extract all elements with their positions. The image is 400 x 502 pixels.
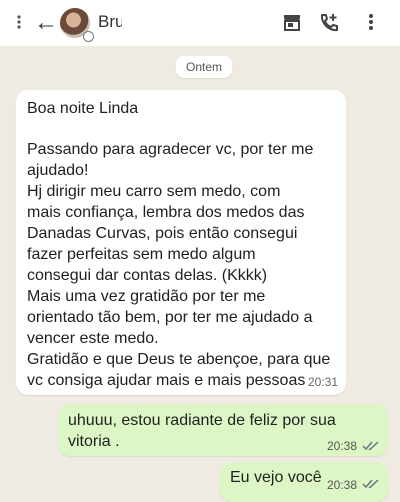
read-receipt-icon <box>362 479 379 489</box>
message-line: Mais uma vez gratidão por ter me <box>27 288 266 305</box>
message-timestamp: 20:38 <box>327 478 358 492</box>
message-timestamp: 20:38 <box>327 439 358 453</box>
avatar[interactable] <box>60 8 94 42</box>
read-receipt-icon <box>362 441 379 451</box>
message-timestamp: 20:31 <box>308 375 339 389</box>
message-line: Gratidão e que Deus te abençoe, para que <box>27 351 331 368</box>
message-line: Eu vejo você <box>230 469 322 486</box>
store-icon[interactable] <box>282 12 302 32</box>
more-vertical-icon[interactable] <box>14 14 24 30</box>
message-line: Boa noite Linda <box>27 100 139 117</box>
call-add-icon[interactable] <box>318 12 340 34</box>
message-line: fazer perfeitas sem medo algum <box>27 246 256 263</box>
message-line: consegui dar contas delas. (Kkkk) <box>27 267 268 284</box>
message-line: Danadas Curvas, pois então consegui <box>27 225 298 242</box>
message-line: orientado tão bem, por ter me ajudado a <box>27 309 313 326</box>
incoming-message-text: Boa noite Linda Passando para agradecer … <box>27 98 343 391</box>
more-vertical-icon[interactable] <box>366 12 376 32</box>
message-line: Hj dirigir meu carro sem medo, com <box>27 183 281 200</box>
message-line: vc consiga ajudar mais e mais pessoas <box>27 372 306 389</box>
message-line: Passando para agradecer vc, por ter me <box>27 141 314 158</box>
status-icon <box>83 31 94 42</box>
date-separator: Ontem <box>176 56 232 78</box>
message-line: vitoria . <box>68 433 120 450</box>
back-arrow-icon[interactable]: ← <box>34 9 58 37</box>
message-line: mais confiança, lembra dos medos das <box>27 204 305 221</box>
chat-header: ← Bru <box>0 0 400 46</box>
contact-name[interactable]: Bru <box>98 12 122 32</box>
message-line: vencer este medo. <box>27 330 159 347</box>
message-line: uhuuu, estou radiante de feliz por sua <box>68 412 336 429</box>
message-line: ajudado! <box>27 162 89 179</box>
